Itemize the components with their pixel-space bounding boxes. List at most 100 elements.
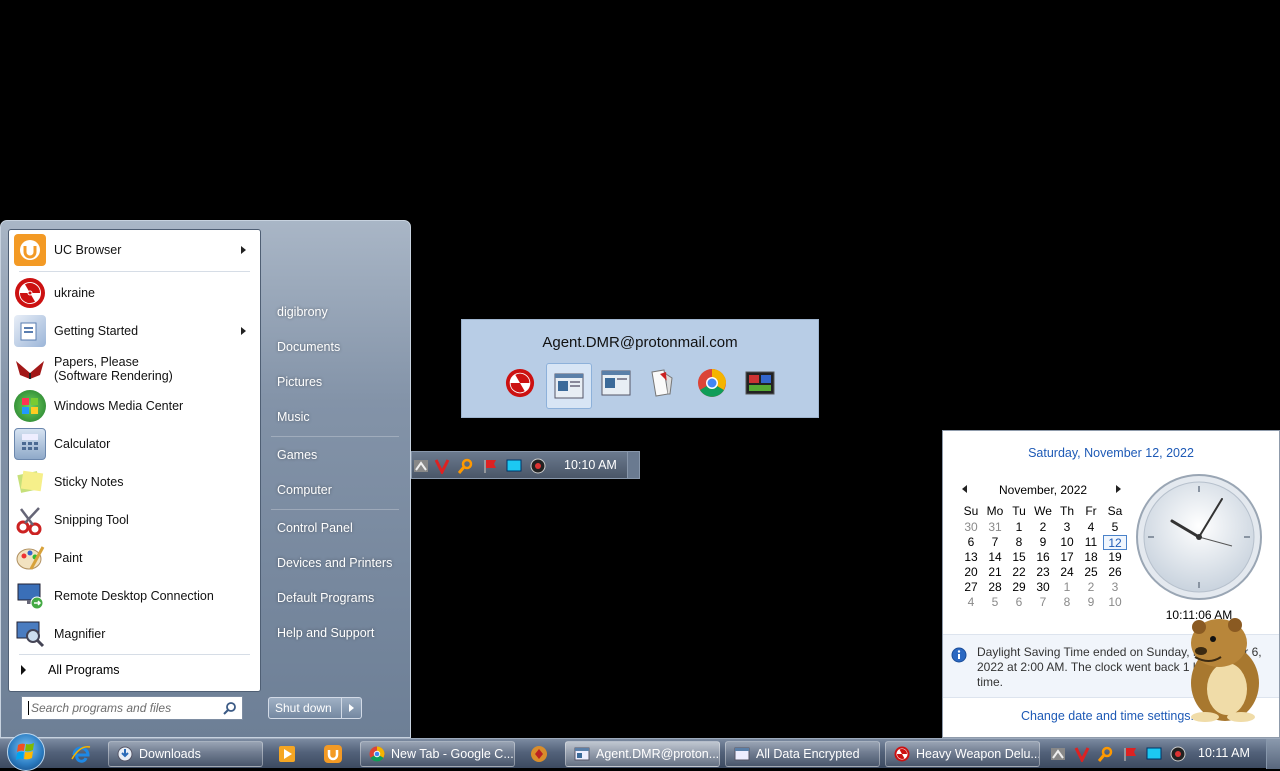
calendar-day[interactable]: 9 — [1079, 595, 1103, 610]
calendar-day[interactable]: 5 — [983, 595, 1007, 610]
antivirus-icon[interactable] — [1074, 746, 1090, 762]
right-item-music[interactable]: Music — [267, 404, 403, 430]
calendar-day[interactable]: 31 — [983, 520, 1007, 535]
calendar-day[interactable]: 7 — [1031, 595, 1055, 610]
media-icon[interactable] — [742, 365, 778, 401]
antivirus-icon[interactable] — [434, 458, 450, 474]
hamster-desktop-pet[interactable] — [1175, 613, 1271, 723]
right-item-help-support[interactable]: Help and Support — [267, 620, 403, 646]
calendar-day[interactable]: 22 — [1007, 565, 1031, 580]
display-icon[interactable] — [1146, 746, 1162, 762]
taskbar-clock[interactable]: 10:11 AM — [1198, 746, 1250, 760]
calendar-day[interactable]: 23 — [1031, 565, 1055, 580]
calendar-day[interactable]: 11 — [1079, 535, 1103, 550]
calendar-day[interactable]: 2 — [1079, 580, 1103, 595]
taskbar-pin-uc-browser[interactable] — [314, 741, 352, 767]
calendar-day[interactable]: 3 — [1103, 580, 1127, 595]
calendar-day[interactable]: 21 — [983, 565, 1007, 580]
calendar-day[interactable]: 13 — [959, 550, 983, 565]
display-icon[interactable] — [506, 458, 522, 474]
right-item-control-panel[interactable]: Control Panel — [267, 515, 403, 541]
chrome-icon[interactable] — [694, 365, 730, 401]
search-tool-icon[interactable] — [1098, 746, 1114, 762]
action-center-flag-icon[interactable] — [1122, 746, 1138, 762]
calendar-day[interactable]: 16 — [1031, 550, 1055, 565]
right-item-computer[interactable]: Computer — [267, 477, 403, 503]
taskbar-button-agent-dmr[interactable]: Agent.DMR@proton... — [565, 741, 720, 767]
calendar-day[interactable]: 30 — [1031, 580, 1055, 595]
search-tool-icon[interactable] — [458, 458, 474, 474]
program-uc-browser[interactable]: UC Browser — [11, 232, 258, 268]
calendar-day[interactable]: 20 — [959, 565, 983, 580]
right-item-pictures[interactable]: Pictures — [267, 369, 403, 395]
calendar-day[interactable]: 17 — [1055, 550, 1079, 565]
taskbar-pin-internet-explorer[interactable] — [62, 741, 100, 767]
taskbar-pin-app[interactable] — [520, 741, 558, 767]
program-ukraine[interactable]: ukraine — [11, 275, 258, 311]
search-icon[interactable] — [223, 701, 237, 715]
right-item-default-programs[interactable]: Default Programs — [267, 585, 403, 611]
taskbar-button-downloads[interactable]: Downloads — [108, 741, 263, 767]
previous-month-icon[interactable] — [962, 485, 967, 493]
calendar-day[interactable]: 14 — [983, 550, 1007, 565]
program-getting-started[interactable]: Getting Started — [11, 313, 258, 349]
calendar-day[interactable]: 5 — [1103, 520, 1127, 535]
calendar-day[interactable]: 2 — [1031, 520, 1055, 535]
calendar-day[interactable]: 9 — [1031, 535, 1055, 550]
calendar-day[interactable]: 18 — [1079, 550, 1103, 565]
program-windows-media-center[interactable]: Windows Media Center — [11, 388, 258, 424]
speaker-icon[interactable] — [530, 458, 546, 474]
program-remote-desktop[interactable]: Remote Desktop Connection — [11, 578, 258, 614]
calendar-day[interactable]: 4 — [1079, 520, 1103, 535]
shutdown-button[interactable]: Shut down — [268, 697, 362, 719]
network-icon[interactable] — [413, 458, 429, 474]
speaker-icon[interactable] — [1170, 746, 1186, 762]
network-icon[interactable] — [1050, 746, 1066, 762]
calendar-day[interactable]: 10 — [1055, 535, 1079, 550]
calendar-day[interactable]: 3 — [1055, 520, 1079, 535]
all-programs-button[interactable]: All Programs — [11, 658, 258, 682]
calendar-day[interactable]: 6 — [959, 535, 983, 550]
calendar-day[interactable]: 4 — [959, 595, 983, 610]
taskbar-button-all-data-encrypted[interactable]: All Data Encrypted — [725, 741, 880, 767]
calendar-day[interactable]: 30 — [959, 520, 983, 535]
program-paint[interactable]: Paint — [11, 540, 258, 576]
taskbar-pin-media-player[interactable] — [268, 741, 306, 767]
program-sticky-notes[interactable]: Sticky Notes — [11, 464, 258, 500]
calendar-day[interactable]: 1 — [1055, 580, 1079, 595]
calendar-day[interactable]: 6 — [1007, 595, 1031, 610]
window-icon[interactable] — [546, 363, 592, 409]
right-item-devices-printers[interactable]: Devices and Printers — [267, 550, 403, 576]
window-icon[interactable] — [598, 365, 634, 401]
calendar-day[interactable]: 28 — [983, 580, 1007, 595]
calendar-day[interactable]: 24 — [1055, 565, 1079, 580]
book-icon[interactable] — [644, 365, 680, 401]
taskbar-button-heavy-weapon[interactable]: Heavy Weapon Delu... — [885, 741, 1040, 767]
calendar-day[interactable]: 7 — [983, 535, 1007, 550]
radiation-icon[interactable] — [502, 365, 538, 401]
start-button[interactable] — [7, 733, 45, 771]
program-papers-please[interactable]: Papers, Please (Software Rendering) — [11, 351, 258, 387]
calendar-day[interactable]: 25 — [1079, 565, 1103, 580]
calendar-day[interactable]: 19 — [1103, 550, 1127, 565]
calendar-day[interactable]: 26 — [1103, 565, 1127, 580]
shutdown-options-button[interactable] — [341, 698, 361, 718]
mini-tray-clock[interactable]: 10:10 AM — [564, 458, 617, 472]
show-desktop-button[interactable] — [627, 452, 639, 478]
calendar-day[interactable]: 29 — [1007, 580, 1031, 595]
right-item-user[interactable]: digibrony — [267, 299, 403, 325]
action-center-flag-icon[interactable] — [482, 458, 498, 474]
next-month-icon[interactable] — [1116, 485, 1121, 493]
calendar-day[interactable]: 27 — [959, 580, 983, 595]
search-input[interactable]: Search programs and files — [21, 696, 243, 720]
program-snipping-tool[interactable]: Snipping Tool — [11, 502, 258, 538]
calendar-day[interactable]: 8 — [1055, 595, 1079, 610]
current-date-link[interactable]: Saturday, November 12, 2022 — [943, 446, 1279, 460]
right-item-games[interactable]: Games — [267, 442, 403, 468]
show-desktop-button[interactable] — [1266, 739, 1280, 769]
calendar-day[interactable]: 12 — [1103, 535, 1127, 550]
calendar-day[interactable]: 10 — [1103, 595, 1127, 610]
calendar-day[interactable]: 1 — [1007, 520, 1031, 535]
program-calculator[interactable]: Calculator — [11, 426, 258, 462]
taskbar-button-chrome[interactable]: New Tab - Google C... — [360, 741, 515, 767]
